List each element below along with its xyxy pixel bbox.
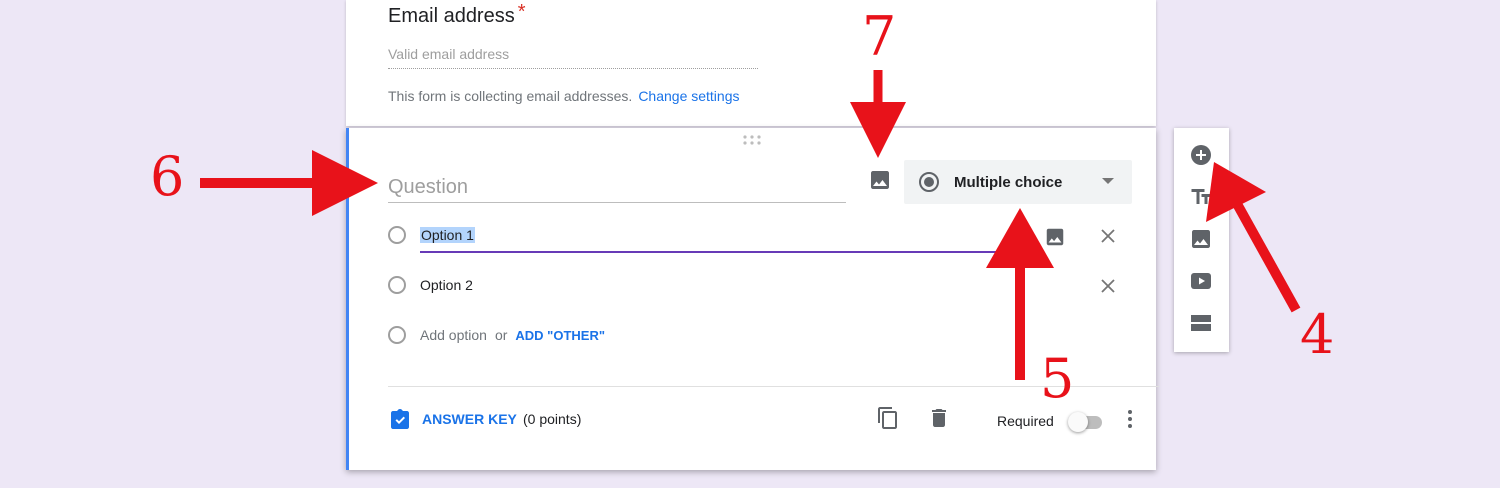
arrow-6-head xyxy=(312,150,378,216)
arrow-5-head xyxy=(986,208,1054,268)
annotation-6: 6 xyxy=(150,145,185,208)
annotation-arrows xyxy=(200,70,1301,380)
annotation-4: 4 xyxy=(1300,303,1335,366)
arrow-4-head xyxy=(1206,162,1266,222)
arrow-7-head xyxy=(850,102,906,158)
annotation-5: 5 xyxy=(1040,347,1075,410)
arrow-4 xyxy=(1231,199,1301,313)
annotation-7: 7 xyxy=(862,5,897,68)
